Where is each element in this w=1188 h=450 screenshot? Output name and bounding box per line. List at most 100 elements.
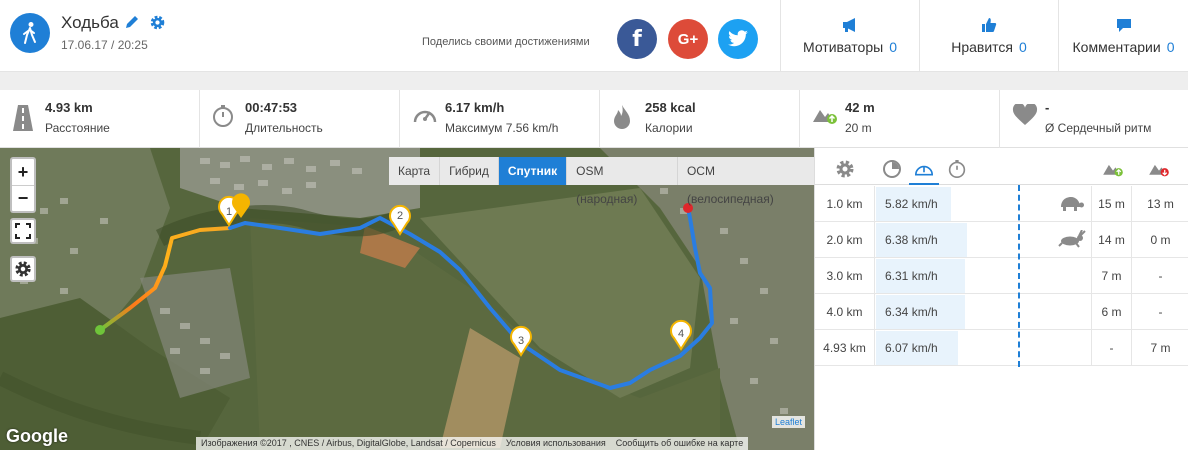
duration-label: Длительность [245,121,323,135]
elevation-up-icon [812,104,838,131]
metric-distance: 4.93 km Расстояние [0,90,200,148]
fullscreen-button[interactable] [10,218,36,244]
speedometer-icon [412,104,438,131]
metric-elevation: 42 m 20 m [800,90,1000,148]
likes-stat[interactable]: Нравится 0 [919,0,1058,72]
split-speed: 6.34 km/h [885,305,938,319]
split-row: 4.0 km 6.34 km/h 6 m- [815,294,1188,330]
walking-icon [10,13,50,53]
layer-osm[interactable]: OSM (народная) [567,157,678,206]
zoom-out-button[interactable]: − [12,185,34,211]
split-descent: 0 m [1131,222,1188,258]
split-ascent: 14 m [1091,222,1131,258]
split-speed: 6.38 km/h [885,233,938,247]
split-descent: 7 m [1131,330,1188,366]
split-speed: 6.07 km/h [885,341,938,355]
flame-icon [612,104,632,135]
edit-pencil-icon[interactable] [124,14,140,35]
leaflet-link[interactable]: Leaflet [772,416,806,428]
splits-panel: 1.0 km 5.82 km/h 15 m 13 m 2.0 km 6.38 km/h 14… [814,148,1188,450]
stopwatch-icon [212,104,234,133]
comment-icon [1116,19,1131,32]
layer-map[interactable]: Карта [389,157,441,185]
elevation-up-icon [1103,164,1123,177]
motivators-stat[interactable]: Мотиваторы 0 [780,0,919,72]
settings-gear-icon[interactable] [149,14,166,36]
stopwatch-icon [948,160,966,178]
zoom-in-button[interactable]: + [12,159,34,185]
split-ascent: 6 m [1091,294,1131,330]
split-row: 4.93 km 6.07 km/h -7 m [815,330,1188,366]
facebook-share-button[interactable]: f [617,19,657,59]
svg-text:1: 1 [226,206,232,218]
turtle-icon [1058,194,1084,215]
motivators-label: Мотиваторы [803,39,884,55]
duration-value: 00:47:53 [245,100,298,115]
terms-link[interactable]: Условия использования [501,437,611,450]
google-logo: Google [6,426,68,446]
metric-duration: 00:47:53 Длительность [200,90,400,148]
heart-rate-label: Ø Сердечный ритм [1045,121,1152,135]
zoom-control: + − [10,157,36,213]
report-error-link[interactable]: Сообщить об ошибке на карте [611,437,748,450]
split-ascent: - [1091,330,1131,366]
map-settings-button[interactable] [10,256,36,282]
share-prompt: Поделись своими достижениями [422,36,590,48]
split-row: 1.0 km 5.82 km/h 15 m 13 m [815,186,1188,222]
split-ascent: 15 m [1091,186,1131,222]
activity-title: Ходьба [61,13,119,32]
megaphone-icon [843,18,855,32]
split-distance: 4.0 km [815,294,875,330]
elevation-down-icon [1149,164,1169,177]
likes-label: Нравится [951,39,1013,55]
googleplus-share-button[interactable]: G+ [668,19,708,59]
time-tab[interactable] [942,154,972,184]
pace-clock-icon [883,160,901,178]
distance-value: 4.93 km [45,100,93,115]
split-ascent: 7 m [1091,258,1131,294]
motivators-count[interactable]: 0 [889,39,897,55]
map-attribution: Изображения ©2017 , CNES / Airbus, Digit… [196,437,749,450]
svg-text:4: 4 [678,328,684,340]
split-descent: - [1131,294,1188,330]
map-layer-switcher: Карта Гибрид Спутник OSM (народная) OCM … [389,157,814,206]
activity-header: Ходьба 17.06.17 / 20:25 Поделись своими … [0,0,1188,72]
pace-tab[interactable] [877,154,907,184]
split-speed: 6.31 km/h [885,269,938,283]
splits-tabs [815,148,1188,185]
svg-text:3: 3 [518,335,524,347]
comments-label: Комментарии [1072,39,1161,55]
calories-label: Калории [645,121,693,135]
metric-calories: 258 kcal Калории [600,90,800,148]
metric-speed: 6.17 km/h Максимум 7.56 km/h [400,90,600,148]
comments-count[interactable]: 0 [1167,39,1175,55]
split-speed: 5.82 km/h [885,197,938,211]
activity-date: 17.06.17 / 20:25 [61,38,148,52]
comments-stat[interactable]: Комментарии 0 [1058,0,1188,72]
imagery-attribution: Изображения ©2017 , CNES / Airbus, Digit… [201,438,496,448]
split-distance: 1.0 km [815,186,875,222]
split-row: 2.0 km 6.38 km/h 14 m0 m [815,222,1188,258]
layer-satellite[interactable]: Спутник [498,157,568,185]
start-point [95,325,105,335]
likes-count[interactable]: 0 [1019,39,1027,55]
twitter-share-button[interactable] [718,19,758,59]
elevation-loss-value: 20 m [845,121,872,135]
metrics-bar: 4.93 km Расстояние 00:47:53 Длительность… [0,90,1188,148]
split-distance: 3.0 km [815,258,875,294]
layer-hybrid[interactable]: Гибрид [440,157,499,185]
road-icon [12,104,34,137]
split-distance: 4.93 km [815,330,875,366]
calories-value: 258 kcal [645,100,696,115]
twitter-bird-icon [728,30,748,47]
layer-ocm[interactable]: OCM (велосипедная) [678,157,814,206]
thumbs-up-icon [982,18,997,32]
speed-tab[interactable] [909,154,939,185]
splits-settings-tab[interactable] [830,154,860,184]
max-speed-label: Максимум 7.56 km/h [445,121,559,135]
route-map[interactable]: 1 2 3 4 + − Карта Гибрид Спутник OSM (на… [0,148,814,450]
gear-icon [836,160,854,178]
split-row: 3.0 km 6.31 km/h 7 m- [815,258,1188,294]
split-descent: 13 m [1131,186,1188,222]
distance-label: Расстояние [45,121,110,135]
